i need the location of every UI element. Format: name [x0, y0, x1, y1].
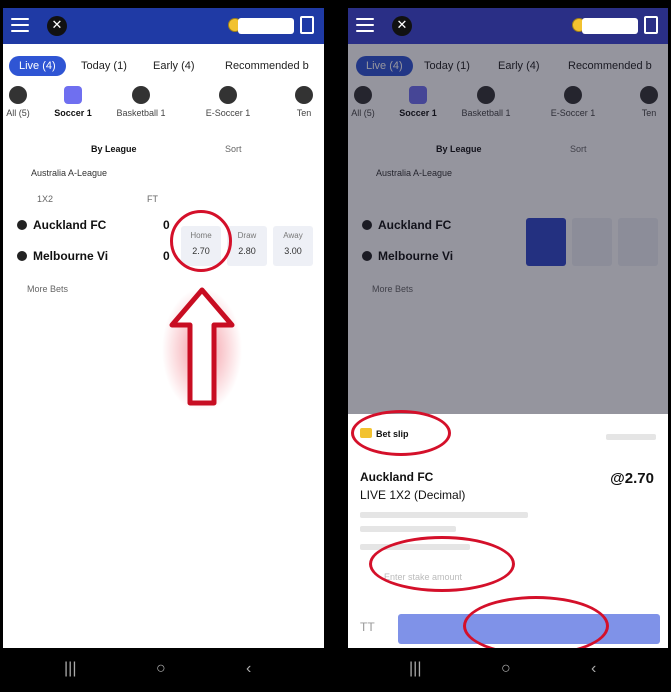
odds-draw-button[interactable]: Draw 2.80	[227, 226, 267, 266]
left-phone-screenshot: ✕ Live (4) Today (1) Early (4) Recommend…	[0, 0, 327, 692]
annotation-circle-place-bet	[463, 596, 609, 656]
tab-today[interactable]: Today (1)	[81, 56, 127, 76]
android-nav-bar: ||| ○ ‹	[0, 648, 327, 692]
home-team-icon	[17, 220, 27, 230]
home-icon[interactable]: ○	[156, 660, 166, 678]
esoccer-icon	[219, 86, 237, 104]
recents-icon[interactable]: |||	[64, 660, 76, 678]
top-bar: ✕	[3, 8, 324, 44]
sport-soccer[interactable]: Soccer 1	[38, 86, 108, 118]
home-icon[interactable]: ○	[501, 660, 511, 678]
more-bets-link[interactable]: More Bets	[27, 284, 68, 294]
balance-field	[238, 18, 294, 34]
tab-live[interactable]: Live (4)	[9, 56, 66, 76]
app-logo: ✕	[47, 16, 67, 36]
dim-overlay[interactable]	[348, 44, 668, 414]
league-name[interactable]: Australia A-League	[31, 168, 107, 178]
selection-odds: @2.70	[610, 470, 654, 487]
selection-team: Auckland FC	[360, 470, 434, 484]
app-logo: ✕	[392, 16, 412, 36]
betslip-icon[interactable]	[300, 16, 314, 34]
betslip-icon[interactable]	[644, 16, 658, 34]
selection-detail-line-2	[360, 526, 456, 532]
sport-esoccer[interactable]: E-Soccer 1	[193, 86, 263, 118]
back-icon[interactable]: ‹	[246, 660, 251, 678]
all-sports-icon	[9, 86, 27, 104]
annotation-circle-betslip	[351, 410, 451, 456]
right-phone-screenshot: ✕ Live (4) Today (1) Early (4) Recommend…	[345, 0, 671, 692]
filter-by-league[interactable]: By League	[91, 144, 137, 154]
soccer-icon	[64, 86, 82, 104]
sort-control[interactable]: Sort	[225, 144, 242, 154]
selection-market: LIVE 1X2 (Decimal)	[360, 488, 466, 502]
betslip-header-controls[interactable]	[606, 434, 656, 440]
menu-icon[interactable]	[11, 18, 29, 32]
menu-icon[interactable]	[356, 18, 374, 32]
home-score: 0	[163, 218, 170, 232]
tennis-icon	[295, 86, 313, 104]
android-nav-bar: ||| ○ ‹	[345, 648, 671, 692]
tab-recommended[interactable]: Recommended b	[225, 56, 309, 76]
sport-basketball[interactable]: Basketball 1	[106, 86, 176, 118]
annotation-circle-stake	[369, 536, 515, 592]
away-team-icon	[17, 251, 27, 261]
selection-detail-line	[360, 512, 528, 518]
back-icon[interactable]: ‹	[591, 660, 596, 678]
tab-early[interactable]: Early (4)	[153, 56, 195, 76]
up-arrow-annotation	[162, 287, 242, 410]
away-score: 0	[163, 249, 170, 263]
odds-away-button[interactable]: Away 3.00	[273, 226, 313, 266]
column-header-1x2: 1X2	[37, 194, 54, 204]
balance-field	[582, 18, 638, 34]
quick-stake-toggle[interactable]: TT	[360, 620, 375, 634]
top-bar: ✕	[348, 8, 668, 44]
basketball-icon	[132, 86, 150, 104]
time-tabs: Live (4) Today (1) Early (4) Recommended…	[3, 54, 324, 78]
away-team: Melbourne Vi	[17, 249, 108, 263]
home-team: Auckland FC	[17, 218, 106, 232]
sport-tennis[interactable]: Ten	[269, 86, 324, 118]
column-header-ft: FT	[147, 194, 158, 204]
sport-selector: All (5) Soccer 1 Basketball 1 E-Soccer 1…	[3, 86, 324, 126]
recents-icon[interactable]: |||	[409, 660, 421, 678]
annotation-circle-odds	[170, 210, 232, 272]
